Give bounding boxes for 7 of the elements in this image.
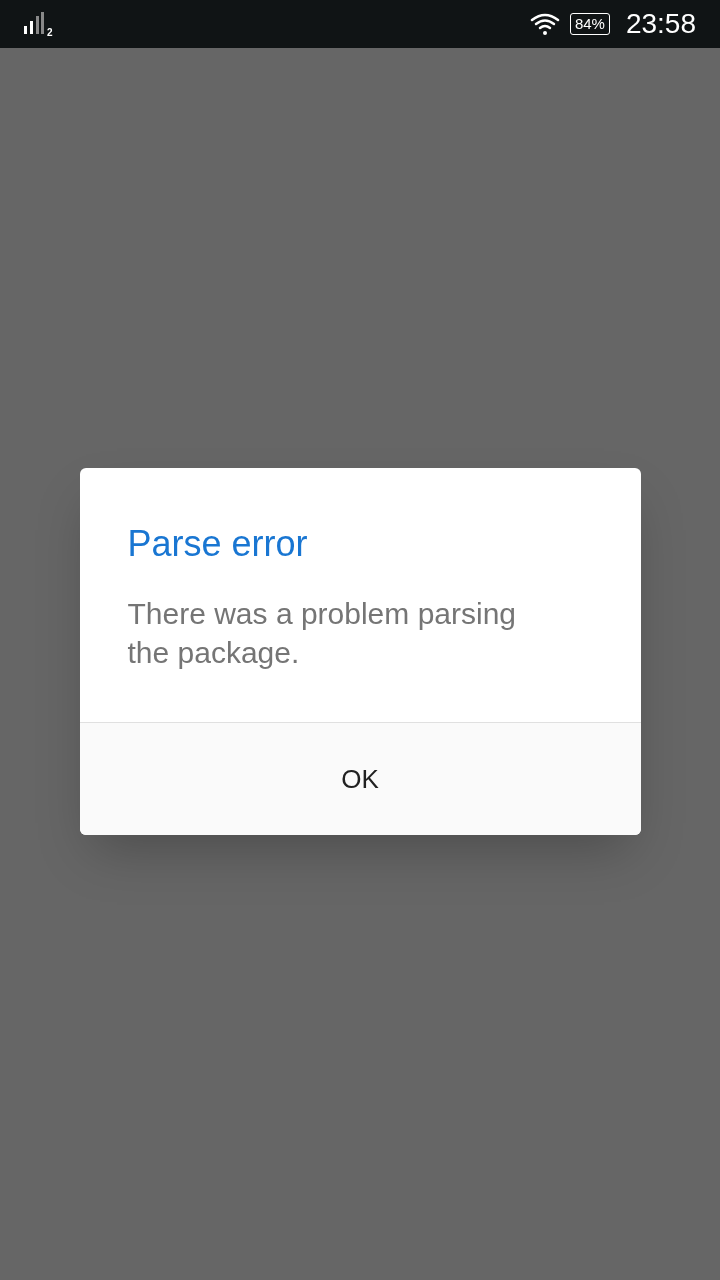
battery-level: 84% <box>569 13 610 35</box>
clock: 23:58 <box>625 7 696 41</box>
dialog-title: Parse error <box>126 522 309 566</box>
signal-icon <box>24 12 44 36</box>
sim-slot-label: 2 <box>47 25 53 40</box>
wifi-icon <box>529 12 560 36</box>
dialog-message: There was a problem parsing the package. <box>126 596 518 671</box>
